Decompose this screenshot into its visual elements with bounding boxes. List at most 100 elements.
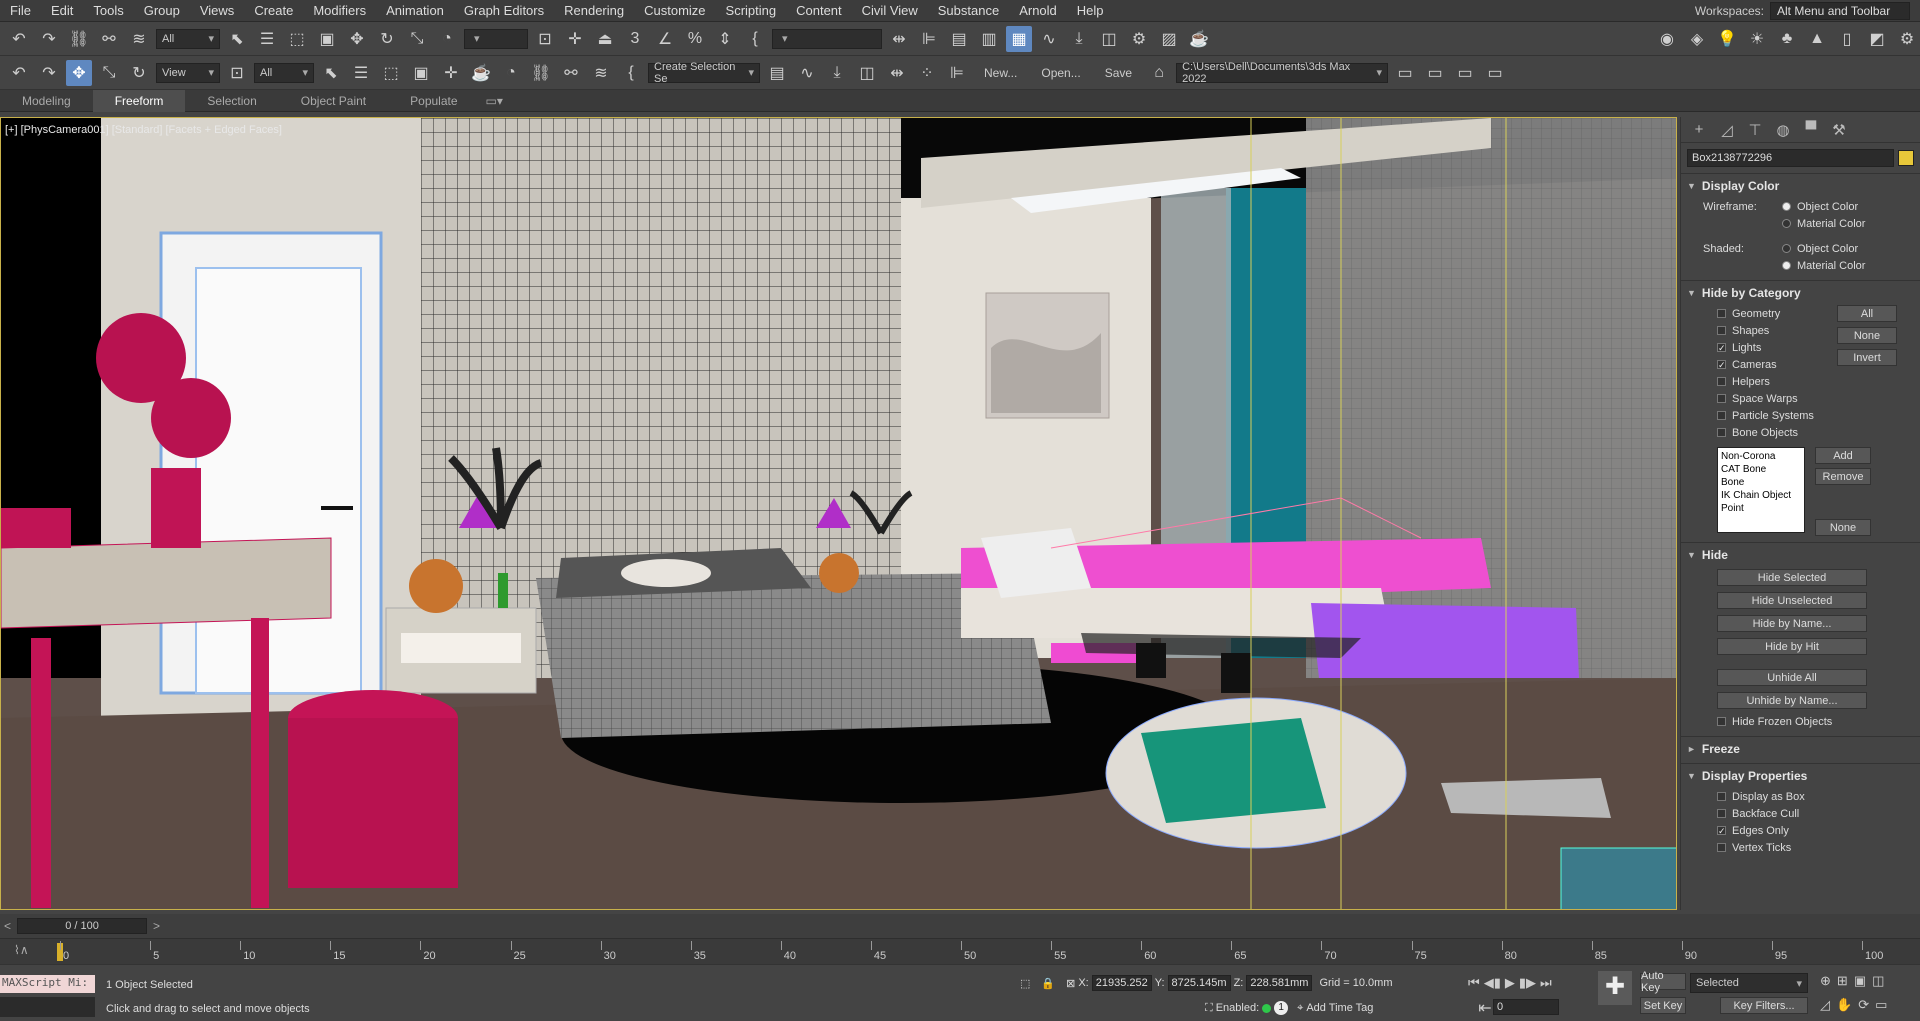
- unlink-icon[interactable]: ⚯: [96, 26, 122, 52]
- named-selection-set-select[interactable]: Create Selection Se: [648, 61, 760, 85]
- tab-populate[interactable]: Populate: [388, 90, 479, 112]
- zoom-all-icon[interactable]: ⊞: [1837, 973, 1848, 989]
- go-to-start-icon[interactable]: ⏮: [1468, 975, 1480, 991]
- category-list-item[interactable]: Non-Corona: [1721, 450, 1801, 463]
- edges-only-row[interactable]: ✓ Edges Only: [1717, 822, 1914, 839]
- cat-space-warps[interactable]: Space Warps: [1717, 390, 1837, 407]
- viewport-camera[interactable]: [+] [PhysCamera001] [Standard] [Facets +…: [0, 117, 1677, 910]
- hide-by-name-button[interactable]: Hide by Name...: [1717, 615, 1867, 632]
- backface-cull-checkbox[interactable]: [1717, 809, 1726, 818]
- key-filters-button[interactable]: Key Filters...: [1720, 997, 1808, 1014]
- menu-create[interactable]: Create: [244, 0, 303, 22]
- workspace-select[interactable]: Alt Menu and Toolbar: [1770, 1, 1910, 20]
- hide-frozen-checkbox[interactable]: [1717, 717, 1726, 726]
- go-to-end-icon[interactable]: ⏭: [1540, 975, 1552, 991]
- display-color-header[interactable]: ▼ Display Color: [1687, 178, 1914, 194]
- mirror-icon[interactable]: ⇹: [886, 26, 912, 52]
- menu-file[interactable]: File: [0, 0, 41, 22]
- hide-by-category-header[interactable]: ▼ Hide by Category: [1687, 285, 1914, 301]
- keyboard-shortcut-icon[interactable]: ⏏: [592, 26, 618, 52]
- rendered-frame-icon[interactable]: ▨: [1156, 26, 1182, 52]
- category-list-item[interactable]: IK Chain Object: [1721, 489, 1801, 502]
- prev-frame-icon[interactable]: ◀▮: [1484, 975, 1501, 991]
- key-mode-select[interactable]: Selected: [1690, 973, 1808, 993]
- cube-icon[interactable]: ◩: [1864, 26, 1890, 52]
- selection-filter-select[interactable]: All: [254, 62, 314, 83]
- display-properties-header[interactable]: ▼ Display Properties: [1687, 768, 1914, 784]
- menu-edit[interactable]: Edit: [41, 0, 83, 22]
- edit-named-sel-icon-2[interactable]: {: [618, 60, 644, 86]
- project-icon-3[interactable]: ▭: [1452, 60, 1478, 86]
- hide-frozen-row[interactable]: Hide Frozen Objects: [1687, 713, 1914, 730]
- category-list-item[interactable]: Point: [1721, 502, 1801, 515]
- align-icon[interactable]: ⊫: [916, 26, 942, 52]
- menu-customize[interactable]: Customize: [634, 0, 715, 22]
- sun-icon[interactable]: ☀: [1744, 26, 1770, 52]
- object-color-swatch[interactable]: [1898, 150, 1914, 166]
- undo-icon-2[interactable]: ↶: [6, 60, 32, 86]
- cat-lights[interactable]: ✓ Lights: [1717, 339, 1837, 356]
- select-object-icon[interactable]: ⬉: [224, 26, 250, 52]
- adaptive-degradation-icon[interactable]: ⛶: [1205, 1002, 1213, 1015]
- cat-helpers[interactable]: Helpers: [1717, 373, 1837, 390]
- cat-lights-checkbox[interactable]: ✓: [1717, 343, 1726, 353]
- corona-icon-2[interactable]: ◈: [1684, 26, 1710, 52]
- rotate-icon[interactable]: ↻: [374, 26, 400, 52]
- angle-snap-icon[interactable]: ∠: [652, 26, 678, 52]
- lock-selection-icon[interactable]: 🔒: [1041, 977, 1055, 990]
- maxscript-output[interactable]: [0, 997, 95, 1017]
- cat-invert-button[interactable]: Invert: [1837, 349, 1897, 366]
- unhide-all-button[interactable]: Unhide All: [1717, 669, 1867, 686]
- percent-snap-icon[interactable]: %: [682, 26, 708, 52]
- unhide-by-name-button[interactable]: Unhide by Name...: [1717, 692, 1867, 709]
- material-editor-icon[interactable]: ◫: [1096, 26, 1122, 52]
- time-tag-icon[interactable]: ⌖: [1297, 1002, 1303, 1015]
- align-icon-2[interactable]: ⊫: [944, 60, 970, 86]
- cat-particle-systems[interactable]: Particle Systems: [1717, 407, 1837, 424]
- save-button[interactable]: Save: [1095, 66, 1142, 80]
- move-icon[interactable]: ✥: [344, 26, 370, 52]
- menu-help[interactable]: Help: [1067, 0, 1114, 22]
- category-none-button[interactable]: None: [1815, 519, 1871, 536]
- x-coordinate-field[interactable]: 21935.252: [1091, 975, 1152, 991]
- schematic-view-icon[interactable]: ⤓: [1066, 26, 1092, 52]
- undo-icon[interactable]: ↶: [6, 26, 32, 52]
- hide-unselected-button[interactable]: Hide Unselected: [1717, 592, 1867, 609]
- zoom-icon[interactable]: ⊕: [1820, 973, 1831, 989]
- settings-icon[interactable]: ⚙: [1894, 26, 1920, 52]
- hierarchy-tab-icon[interactable]: ⊤: [1745, 121, 1765, 139]
- window-crossing-icon-2[interactable]: ▣: [408, 60, 434, 86]
- category-add-button[interactable]: Add: [1815, 447, 1871, 464]
- vertex-ticks-row[interactable]: Vertex Ticks: [1717, 839, 1914, 856]
- menu-scripting[interactable]: Scripting: [716, 0, 787, 22]
- project-icon-1[interactable]: ▭: [1392, 60, 1418, 86]
- y-coordinate-field[interactable]: 8725.145m: [1167, 975, 1231, 991]
- object-name-field[interactable]: Box2138772296: [1687, 149, 1894, 167]
- spinner-snap-icon[interactable]: ⇕: [712, 26, 738, 52]
- light-bulb-icon[interactable]: 💡: [1714, 26, 1740, 52]
- category-remove-button[interactable]: Remove: [1815, 468, 1871, 485]
- play-icon[interactable]: ▶: [1505, 975, 1515, 991]
- menu-arnold[interactable]: Arnold: [1009, 0, 1067, 22]
- mirror-icon-2[interactable]: ⇹: [884, 60, 910, 86]
- bind-spacewarp-icon[interactable]: ≋: [126, 26, 152, 52]
- backface-cull-row[interactable]: Backface Cull: [1717, 805, 1914, 822]
- menu-group[interactable]: Group: [134, 0, 190, 22]
- menu-tools[interactable]: Tools: [83, 0, 133, 22]
- scene-explorer-icon[interactable]: ▤: [946, 26, 972, 52]
- render-iterative-icon[interactable]: ◔: [498, 60, 524, 86]
- tab-selection[interactable]: Selection: [185, 90, 278, 112]
- next-frame-icon[interactable]: ▮▶: [1519, 975, 1536, 991]
- cat-geometry[interactable]: Geometry: [1717, 305, 1837, 322]
- layer-explorer-icon[interactable]: ▥: [976, 26, 1002, 52]
- select-rotate-icon[interactable]: ↻: [126, 60, 152, 86]
- cat-cameras[interactable]: ✓ Cameras: [1717, 356, 1837, 373]
- use-pivot-icon[interactable]: ⊡: [224, 60, 250, 86]
- snap-3d-icon[interactable]: 3: [622, 26, 648, 52]
- cat-shapes[interactable]: Shapes: [1717, 322, 1837, 339]
- category-listbox[interactable]: Non-Corona CAT Bone Bone IK Chain Object…: [1717, 447, 1805, 533]
- absolute-mode-icon[interactable]: ⊠: [1066, 977, 1075, 990]
- layer-icon[interactable]: ▤: [764, 60, 790, 86]
- project-icon-4[interactable]: ▭: [1482, 60, 1508, 86]
- time-slider-handle[interactable]: 0 / 100: [17, 918, 148, 934]
